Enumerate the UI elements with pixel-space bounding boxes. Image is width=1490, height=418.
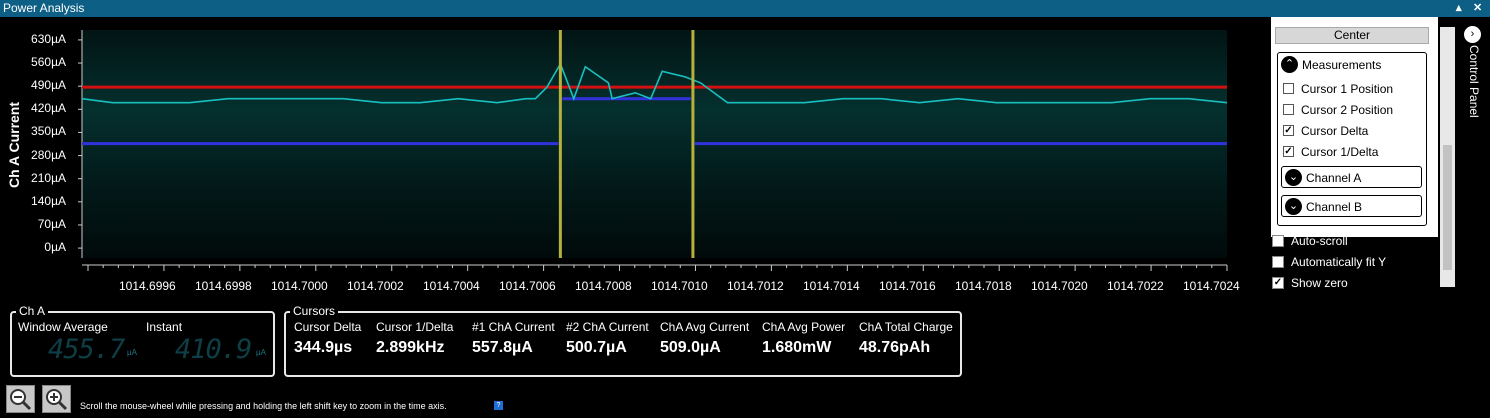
measurement-checkbox[interactable]: ✓ [1283,146,1294,157]
measurement-label: Cursor 1/Delta [1301,145,1379,159]
x-tick-label: 1014.7010 [651,279,708,293]
y-tick-label: 70µA [37,216,66,231]
option-label: Automatically fit Y [1291,255,1387,269]
x-tick-label: 1014.7006 [499,279,556,293]
x-tick-label: 1014.6996 [119,279,176,293]
cursor-metric-label: ChA Total Charge [859,320,953,334]
x-tick-label: 1014.7020 [1031,279,1088,293]
zoom-hint-text: Scroll the mouse-wheel while pressing an… [80,401,447,411]
y-tick-label: 420µA [31,101,66,116]
channel-a-label: Channel A [1306,171,1362,185]
y-tick-label: 490µA [31,78,66,93]
measurement-checkbox[interactable] [1283,104,1294,115]
x-tick-label: 1014.7000 [271,279,328,293]
y-tick-label: 280µA [31,147,66,162]
cha-panel-legend: Ch A [16,304,49,318]
cursor-metric-label: #1 ChA Current [472,320,555,334]
x-tick-label: 1014.7018 [955,279,1012,293]
collapse-measurements-icon[interactable]: ⌃ [1281,56,1298,73]
current-chart[interactable] [0,0,1260,300]
cursor-metric-label: Cursor 1/Delta [376,320,454,334]
x-tick-label: 1014.7012 [727,279,784,293]
measurement-checkbox[interactable]: ✓ [1283,125,1294,136]
cursor-metric-label: ChA Avg Current [660,320,750,334]
x-tick-label: 1014.7024 [1183,279,1240,293]
cursor-metric-label: Cursor Delta [294,320,362,334]
cursor-metric-value: 344.9µs [294,339,353,356]
channel-b-label: Channel B [1306,200,1363,214]
window-average-label: Window Average [18,320,108,334]
close-icon[interactable]: ✕ [1473,0,1482,17]
x-tick-label: 1014.7002 [347,279,404,293]
center-button[interactable]: Center [1275,27,1429,44]
instant-unit: µA [256,348,266,357]
y-tick-label: 0µA [44,240,66,255]
x-tick-label: 1014.6998 [195,279,252,293]
chevron-right-icon: › [1464,26,1481,43]
option-checkbox[interactable] [1272,256,1284,268]
zoom-out-button[interactable] [6,385,35,413]
option-label: Auto-scroll [1291,234,1348,248]
cursor-metric-value: 2.899kHz [376,339,445,356]
zoom-out-icon [10,389,32,411]
cursor-metric-value: 1.680mW [762,339,832,356]
x-tick-label: 1014.7008 [575,279,632,293]
y-tick-label: 630µA [31,31,66,46]
zoom-in-icon [46,389,68,411]
measurement-label: Cursor Delta [1301,124,1369,138]
cursor-metric-value: 500.7µA [566,339,627,356]
option-checkbox[interactable] [1272,235,1284,247]
measurement-checkbox[interactable] [1283,83,1294,94]
zoom-in-button[interactable] [42,385,71,413]
instant-label: Instant [146,320,183,334]
expand-channel-a-icon[interactable]: ⌄ [1285,169,1302,186]
cursors-panel-legend: Cursors [290,304,339,318]
expand-channel-b-icon[interactable]: ⌄ [1285,198,1302,215]
x-tick-label: 1014.7016 [879,279,936,293]
cursor-metric-value: 509.0µA [660,339,721,356]
cursor-metric-value: 48.76pAh [859,339,931,356]
measurement-label: Cursor 1 Position [1301,82,1394,96]
cursor-metric-value: 557.8µA [472,339,533,356]
measurements-title: Measurements [1302,58,1382,72]
option-checkbox[interactable]: ✓ [1272,277,1284,289]
y-tick-label: 350µA [31,124,66,139]
window-average-display: 455.7 [48,334,125,365]
scrollbar-thumb[interactable] [1443,145,1452,270]
control-panel-title: Control Panel [1467,45,1481,118]
x-tick-label: 1014.7004 [423,279,480,293]
cursor-metric-label: #2 ChA Current [566,320,649,334]
pin-icon[interactable]: ▴ [1456,0,1462,17]
cursor-metric-label: ChA Avg Power [762,320,846,334]
y-tick-label: 210µA [31,170,66,185]
instant-display: 410.9 [175,334,252,365]
y-tick-label: 140µA [31,193,66,208]
x-tick-label: 1014.7022 [1107,279,1164,293]
x-tick-label: 1014.7014 [803,279,860,293]
y-tick-label: 560µA [31,55,66,70]
option-label: Show zero [1291,276,1348,290]
help-icon[interactable]: ? [494,401,503,410]
measurement-label: Cursor 2 Position [1301,103,1394,117]
window-average-unit: µA [127,348,137,357]
